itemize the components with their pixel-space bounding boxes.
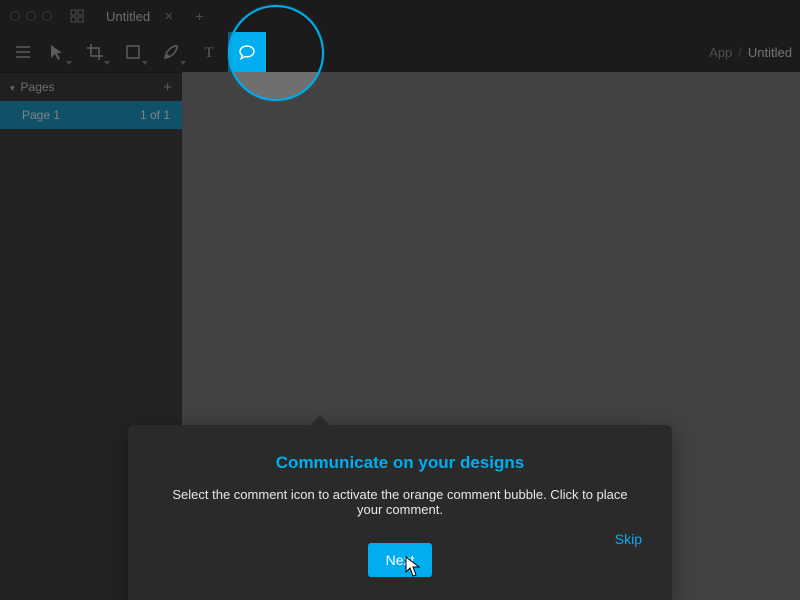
skip-link[interactable]: Skip bbox=[615, 531, 642, 547]
app-root: Untitled ✕ + bbox=[0, 0, 800, 600]
onboarding-body: Select the comment icon to activate the … bbox=[164, 487, 636, 517]
next-button[interactable]: Next bbox=[368, 543, 433, 577]
onboarding-title: Communicate on your designs bbox=[164, 453, 636, 473]
onboarding-popup: Communicate on your designs Select the c… bbox=[128, 425, 672, 600]
